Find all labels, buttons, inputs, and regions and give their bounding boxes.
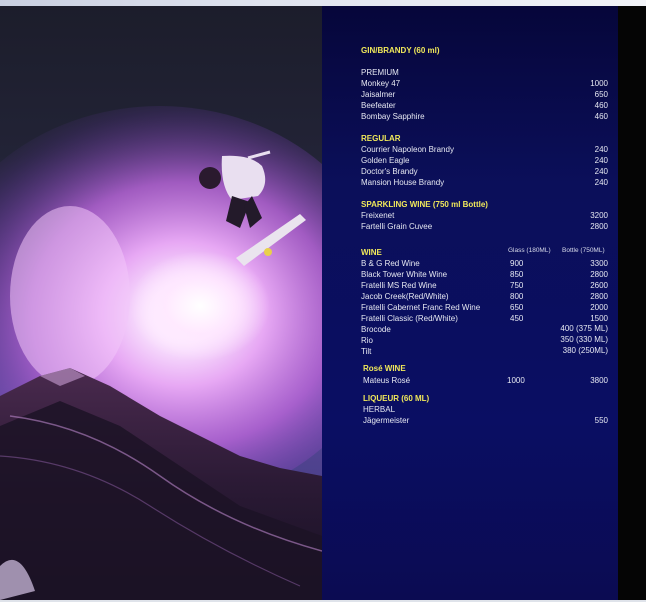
menu-item-glass-price: 1000 <box>507 376 525 385</box>
menu-item-bottle-price: 400 (375 ML) <box>560 324 608 333</box>
menu-item-name: Courrier Napoleon Brandy <box>361 145 454 154</box>
menu-item-price: 460 <box>594 101 608 110</box>
menu-item-name: Black Tower White Wine <box>361 270 448 279</box>
menu-item-price: 240 <box>594 167 608 176</box>
menu-item-bottle-price: 350 (330 ML) <box>560 335 608 344</box>
drinks-menu-panel: GIN/BRANDY (60 ml) PREMIUM Monkey 47 100… <box>322 6 618 600</box>
subheading-premium: PREMIUM <box>361 68 399 77</box>
section-heading-wine: WINE <box>361 248 382 257</box>
menu-item-name: Jägermeister <box>363 416 410 425</box>
menu-item-name: Fratelli Cabernet Franc Red Wine <box>361 303 481 312</box>
menu-item-price: 240 <box>594 145 608 154</box>
menu-item-name: Tilt <box>361 347 372 356</box>
menu-item-bottle-price: 2000 <box>590 303 608 312</box>
menu-item-price: 1000 <box>590 79 608 88</box>
section-heading-rose-wine: Rosé WINE <box>363 364 406 373</box>
menu-item-bottle-price: 3300 <box>590 259 608 268</box>
menu-item-name: Fratelli MS Red Wine <box>361 281 437 290</box>
menu-item-name: Fratelli Classic (Red/White) <box>361 314 458 323</box>
section-heading-sparkling-wine: SPARKLING WINE (750 ml Bottle) <box>361 200 488 209</box>
menu-item-price: 650 <box>594 90 608 99</box>
menu-item-price: 240 <box>594 178 608 187</box>
menu-item-name: Rio <box>361 336 374 345</box>
menu-item-name: Beefeater <box>361 101 396 110</box>
column-header-bottle: Bottle (750ML) <box>562 247 605 254</box>
menu-item-name: Jacob Creek(Red/White) <box>361 292 449 301</box>
menu-item-name: Doctor's Brandy <box>361 167 418 176</box>
menu-item-bottle-price: 380 (250ML) <box>562 346 608 355</box>
menu-item-name: Mansion House Brandy <box>361 178 445 187</box>
menu-item-price: 460 <box>594 112 608 121</box>
menu-item-glass-price: 850 <box>510 270 524 279</box>
menu-item-price: 240 <box>594 156 608 165</box>
menu-item-price: 550 <box>594 416 608 425</box>
menu-item-bottle-price: 2800 <box>590 292 608 301</box>
menu-item-bottle-price: 3800 <box>590 376 608 385</box>
column-header-glass: Glass (180ML) <box>508 247 551 254</box>
menu-item-name: Jaisalmer <box>361 90 396 99</box>
menu-item-name: Golden Eagle <box>361 156 410 165</box>
menu-item-glass-price: 750 <box>510 281 524 290</box>
menu-item-name: Mateus Rosé <box>363 376 411 385</box>
right-edge-bar <box>618 6 646 600</box>
menu-item-glass-price: 800 <box>510 292 524 301</box>
menu-item-glass-price: 900 <box>510 259 524 268</box>
menu-item-name: Fartelli Grain Cuvee <box>361 222 433 231</box>
menu-item-name: Freixenet <box>361 211 395 220</box>
section-heading-gin-brandy: GIN/BRANDY (60 ml) <box>361 46 440 55</box>
menu-item-name: Brocode <box>361 325 391 334</box>
section-heading-liqueur: LIQUEUR (60 ML) <box>363 394 430 403</box>
menu-item-price: 3200 <box>590 211 608 220</box>
section-heading-regular: REGULAR <box>361 134 401 143</box>
menu-item-bottle-price: 2600 <box>590 281 608 290</box>
menu-item-glass-price: 650 <box>510 303 524 312</box>
subheading-herbal: HERBAL <box>363 405 396 414</box>
menu-item-price: 2800 <box>590 222 608 231</box>
menu-item-name: Monkey 47 <box>361 79 401 88</box>
menu-item-name: Bombay Sapphire <box>361 112 425 121</box>
menu-item-glass-price: 450 <box>510 314 524 323</box>
menu-item-bottle-price: 2800 <box>590 270 608 279</box>
menu-item-name: B & G Red Wine <box>361 259 420 268</box>
snowboarder-photo <box>0 6 322 600</box>
menu-item-bottle-price: 1500 <box>590 314 608 323</box>
